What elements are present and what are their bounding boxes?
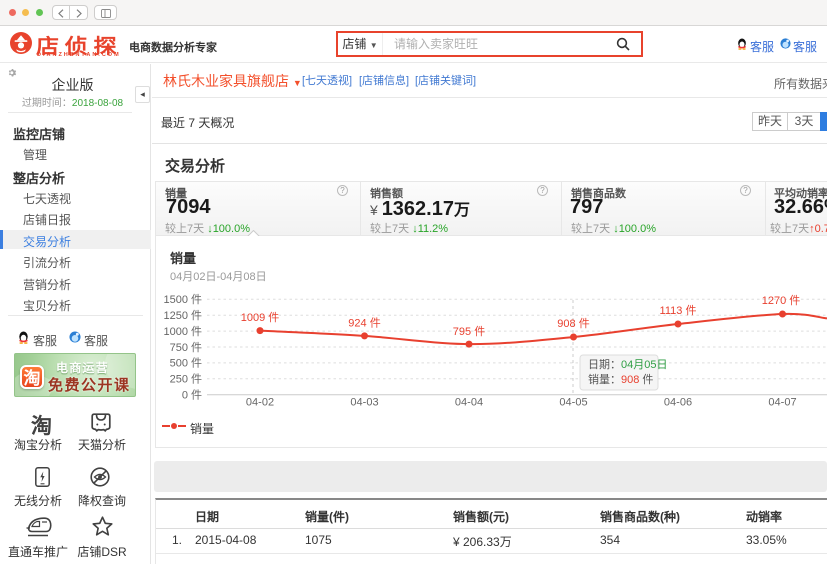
- svg-text:795 件: 795 件: [453, 325, 485, 338]
- svg-text:1000 件: 1000 件: [163, 325, 202, 338]
- svg-text:1009 件: 1009 件: [241, 311, 280, 324]
- svg-text:1250 件: 1250 件: [163, 309, 202, 322]
- svg-text:500 件: 500 件: [170, 357, 202, 370]
- svg-text:04-07: 04-07: [768, 397, 796, 409]
- svg-text:04-05: 04-05: [559, 397, 587, 409]
- svg-text:908 件: 908 件: [557, 317, 589, 330]
- svg-text:924 件: 924 件: [348, 317, 380, 330]
- svg-text:04-06: 04-06: [664, 397, 692, 409]
- svg-text:250 件: 250 件: [170, 373, 202, 386]
- svg-text:04-02: 04-02: [246, 397, 274, 409]
- svg-text:04-03: 04-03: [350, 397, 378, 409]
- svg-text:1270 件: 1270 件: [762, 294, 801, 307]
- svg-text:0 件: 0 件: [182, 389, 202, 402]
- svg-text:1500 件: 1500 件: [163, 293, 202, 306]
- svg-text:日期：04月05日: 日期：04月05日: [588, 358, 667, 371]
- svg-text:销量：908 件: 销量：908 件: [588, 372, 653, 386]
- svg-text:750 件: 750 件: [170, 341, 202, 354]
- svg-text:1113 件: 1113 件: [660, 304, 697, 317]
- svg-text:04-04: 04-04: [455, 397, 483, 409]
